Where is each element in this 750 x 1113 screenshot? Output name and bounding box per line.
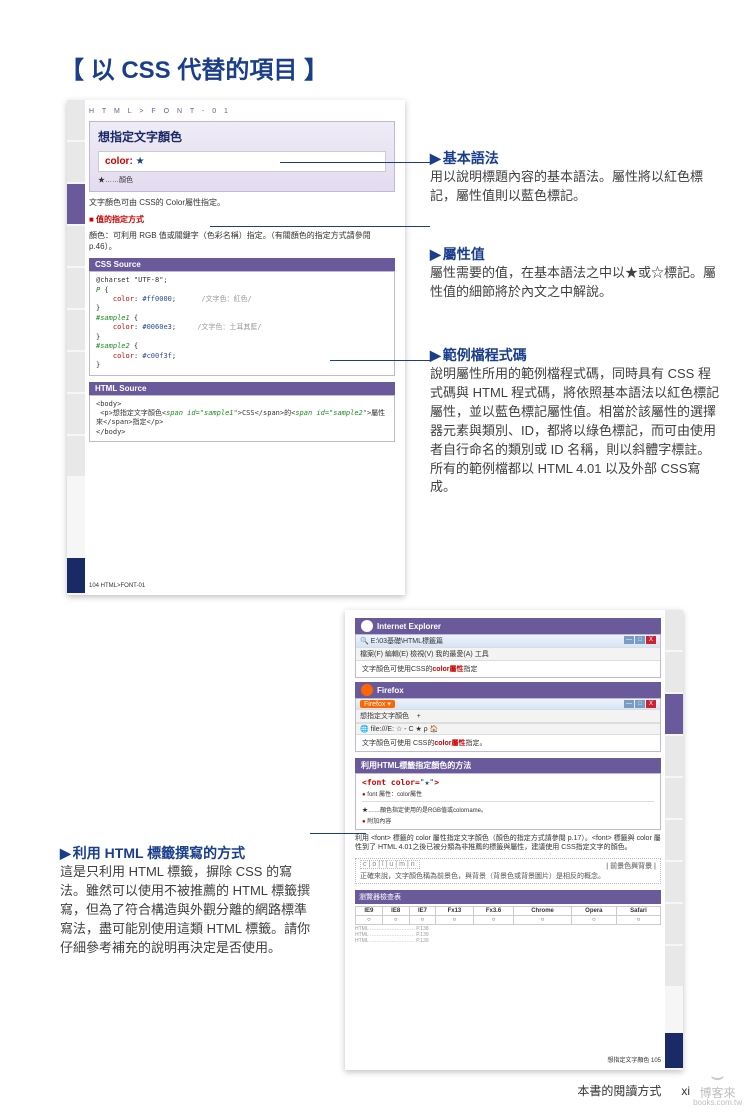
html-way-header: 利用HTML標籤指定顏色的方法	[355, 758, 661, 773]
value-section-title: ■ 值的指定方式	[89, 214, 395, 225]
font-tag-syntax: <font color="★">	[362, 778, 654, 787]
css-source-header: CSS Source	[89, 258, 395, 271]
browser-check-header: 瀏覽器檢查表	[355, 890, 661, 904]
firefox-header: Firefox	[355, 682, 661, 698]
syntax-value: ★	[136, 156, 145, 167]
cup-icon: ⌣	[693, 1065, 742, 1087]
property-title: 想指定文字顏色	[98, 128, 386, 145]
description-1: 文字顏色可由 CSS的 Color屬性指定。	[89, 198, 395, 208]
page-footer-right: 想指定文字顏色 105	[607, 1055, 661, 1064]
sample-page-bottom: Internet Explorer 🔍 E:\03基礎\HTML標籤篇 —□X …	[345, 610, 683, 1070]
watermark: ⌣ 博客來 books.com.tw	[693, 1065, 742, 1107]
leader-line	[210, 226, 430, 227]
column-block: c|o|l|u|m|n | 前景色與背景 | 正確來說，文字顏色稱為前景色，與背…	[355, 858, 661, 884]
sample-page-top: H T M L > F O N T - 0 1 想指定文字顏色 color: ★…	[67, 100, 405, 595]
syntax-legend: ★……顏色	[98, 175, 386, 185]
callout-html-way: 利用 HTML 標籤撰寫的方式 這是只利用 HTML 標籤，摒除 CSS 的寫法…	[60, 843, 315, 958]
firefox-icon	[361, 684, 373, 696]
callout-basic-syntax: 基本語法 用以說明標題內容的基本語法。屬性將以紅色標記，屬性值則以藍色標記。	[430, 148, 720, 206]
leader-line	[310, 833, 366, 834]
css-source-box: CSS Source @charset "UTF-8"; P { color: …	[89, 258, 395, 375]
firefox-window: Firefox ▾ —□X 想指定文字顏色 + 🌐 file:///E: ☆ -…	[355, 698, 661, 752]
side-tabs-left	[67, 100, 85, 595]
breadcrumb: H T M L > F O N T - 0 1	[89, 108, 395, 115]
html-source-header: HTML Source	[89, 382, 395, 395]
leader-line	[330, 360, 430, 361]
ie-window: 🔍 E:\03基礎\HTML標籤篇 —□X 檔案(F) 編輯(E) 檢視(V) …	[355, 634, 661, 678]
html-source-body: <body> <p>想指定文字顏色<span id="sample1">CSS<…	[89, 395, 395, 443]
property-box: 想指定文字顏色 color: ★ ★……顏色	[89, 121, 395, 192]
syntax-property: color:	[105, 156, 133, 167]
callout-attribute-value: 屬性值 屬性需要的值，在基本語法之中以★或☆標記。屬性值的細節將於內文之中解說。	[430, 244, 720, 302]
side-tabs-right	[665, 610, 683, 1070]
html-source-box: HTML Source <body> <p>想指定文字顏色<span id="s…	[89, 382, 395, 443]
book-page-footer: 本書的閱讀方式xi	[577, 1082, 690, 1099]
page-footer-left: 104 HTML>FONT-01	[89, 583, 145, 589]
leader-line	[280, 162, 430, 163]
ie-menu: 檔案(F) 編輯(E) 檢視(V) 我的最愛(A) 工具	[356, 647, 660, 661]
callout-sample-code: 範例檔程式碼 說明屬性所用的範例檔程式碼，同時具有 CSS 程式碼與 HTML …	[430, 345, 720, 497]
page-title: 【 以 CSS 代替的項目 】	[60, 50, 328, 85]
html-way-box: 利用HTML標籤指定顏色的方法 <font color="★"> ● font …	[355, 758, 661, 830]
ie-header: Internet Explorer	[355, 618, 661, 634]
ie-icon	[361, 620, 373, 632]
browser-check-table: IE9IE8IE7Fx13Fx3.6ChromeOperaSafari ○○○○…	[355, 906, 661, 925]
remark-text: 利用 <font> 標籤的 color 屬性指定文字顏色（顏色的指定方式請參閱 …	[355, 834, 661, 852]
description-2: 顏色：可利用 RGB 值或關鍵字（色彩名稱）指定。（有關顏色的指定方式請參閱 p…	[89, 231, 395, 252]
